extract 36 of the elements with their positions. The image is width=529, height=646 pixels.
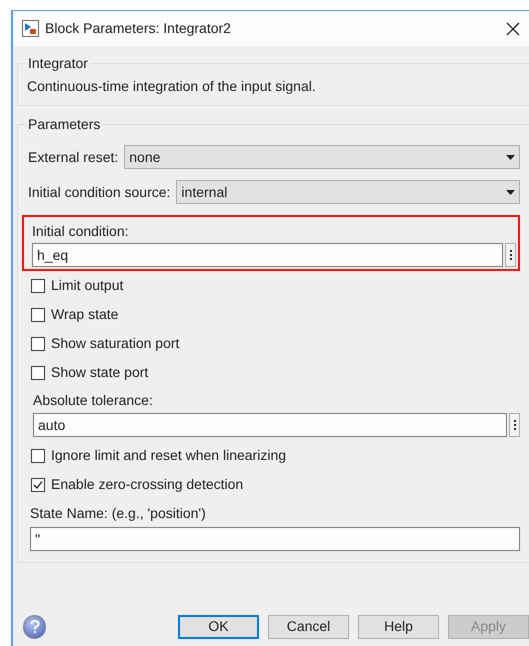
dropdown-label: Initial condition source: [28,182,170,202]
help-button[interactable] [23,614,46,638]
checkbox-label: Wrap state [51,305,118,324]
checkbox-label: Limit output [51,276,124,295]
description-text: Continuous-time integration of the input signal. [27,77,316,96]
more-options-button[interactable] [509,413,520,437]
checkbox-label: Show saturation port [51,334,180,353]
dropdown-arrow-icon [506,190,515,194]
dialog-button[interactable]: Help [358,614,439,638]
field-label: State Name: (e.g., 'position') [29,504,207,523]
dialog-button[interactable]: OK [178,614,259,638]
checkbox-label: Show state port [51,363,148,382]
checkbox-label: Ignore limit and reset when linearizing [51,446,286,465]
checkbox[interactable] [31,278,45,292]
question-mark-icon [30,620,40,634]
input-field[interactable]: h_eq [32,243,503,267]
field-label: Initial condition: [32,222,130,241]
window-title: Block Parameters: Integrator2 [45,19,231,38]
more-options-button[interactable] [505,243,516,267]
close-icon [506,22,520,36]
block-icon [22,20,39,37]
checkmark-icon [33,480,43,490]
field-label: Absolute tolerance: [32,390,154,410]
dropdown[interactable]: none [124,145,520,169]
checkbox[interactable] [31,366,45,380]
dropdown[interactable]: internal [176,180,520,204]
dialog-button[interactable]: Cancel [268,614,349,638]
input-field[interactable]: auto [33,413,507,437]
checkbox[interactable] [31,448,45,462]
checkbox[interactable] [31,308,45,322]
checkbox[interactable] [31,336,45,350]
input-field[interactable]: '' [30,527,520,551]
dropdown-arrow-icon [506,154,515,160]
checkbox[interactable] [31,478,45,492]
checkbox-label: Enable zero-crossing detection [51,475,244,494]
dropdown-label: External reset: [28,148,118,166]
